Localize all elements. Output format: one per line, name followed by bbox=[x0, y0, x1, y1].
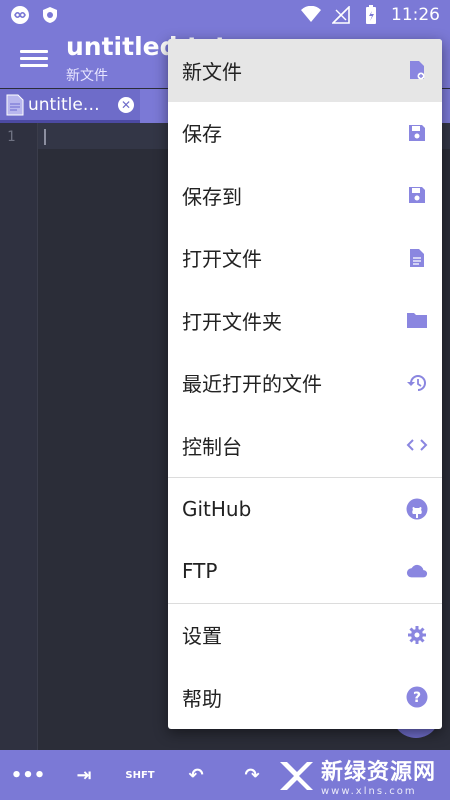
history-icon bbox=[406, 372, 428, 394]
menu-item-save[interactable]: 保存 bbox=[168, 102, 442, 165]
menu-item-save-as[interactable]: 保存到 bbox=[168, 164, 442, 227]
overflow-menu: 新文件 保存 保存到 打开文件 打开文件夹 最近打开的文件 控制台 GitHub… bbox=[168, 39, 442, 729]
gear-icon bbox=[406, 624, 428, 646]
tab-untitled[interactable]: untitled.txt ✕ bbox=[0, 89, 140, 123]
bottom-toolbar: ••• ⇥ SHFT ↶ ↷ 新绿资源网 www.xlns.com bbox=[0, 750, 450, 800]
cloud-icon bbox=[406, 560, 428, 582]
menu-icon[interactable] bbox=[20, 46, 48, 70]
wifi-icon bbox=[301, 5, 321, 25]
undo-button[interactable]: ↶ bbox=[168, 765, 224, 786]
menu-item-console[interactable]: 控制台 bbox=[168, 414, 442, 477]
github-icon bbox=[406, 498, 428, 520]
menu-item-label: GitHub bbox=[182, 496, 252, 521]
shift-key-button[interactable]: SHFT bbox=[112, 770, 168, 781]
menu-item-settings[interactable]: 设置 bbox=[168, 604, 442, 667]
infinity-app-icon bbox=[10, 5, 30, 25]
signal-icon bbox=[331, 5, 351, 25]
new-file-icon bbox=[406, 59, 428, 81]
menu-item-help[interactable]: 帮助 ? bbox=[168, 666, 442, 729]
watermark: 新绿资源网 www.xlns.com bbox=[277, 754, 436, 797]
status-bar: 11:26 bbox=[0, 0, 450, 30]
watermark-brand: 新绿资源网 bbox=[320, 760, 436, 785]
menu-item-label: 保存 bbox=[182, 122, 222, 147]
more-keys-button[interactable]: ••• bbox=[0, 765, 56, 786]
tab-key-button[interactable]: ⇥ bbox=[56, 765, 112, 786]
save-icon bbox=[406, 122, 428, 144]
close-tab-icon[interactable]: ✕ bbox=[118, 96, 134, 113]
file-subtitle: 新文件 bbox=[66, 68, 108, 84]
menu-item-label: 最近打开的文件 bbox=[182, 372, 322, 397]
menu-item-label: 保存到 bbox=[182, 184, 242, 209]
code-icon bbox=[406, 434, 428, 456]
menu-item-label: 控制台 bbox=[182, 434, 242, 459]
clock: 11:26 bbox=[391, 5, 440, 25]
document-icon bbox=[6, 94, 24, 116]
menu-item-label: 打开文件 bbox=[182, 247, 262, 272]
file-icon bbox=[406, 247, 428, 269]
menu-item-ftp[interactable]: FTP bbox=[168, 540, 442, 603]
watermark-logo-icon bbox=[277, 757, 315, 795]
menu-item-github[interactable]: GitHub bbox=[168, 478, 442, 541]
help-icon: ? bbox=[406, 686, 428, 708]
text-cursor bbox=[44, 129, 46, 145]
menu-item-open-folder[interactable]: 打开文件夹 bbox=[168, 289, 442, 352]
menu-item-new-file[interactable]: 新文件 bbox=[168, 39, 442, 102]
line-gutter: 1 bbox=[0, 123, 38, 750]
redo-button[interactable]: ↷ bbox=[224, 765, 280, 786]
menu-item-label: FTP bbox=[182, 559, 218, 584]
svg-text:?: ? bbox=[413, 690, 421, 706]
menu-item-label: 设置 bbox=[182, 624, 222, 649]
tab-label: untitled.txt bbox=[28, 94, 110, 115]
menu-item-label: 打开文件夹 bbox=[182, 309, 282, 334]
menu-item-label: 帮助 bbox=[182, 686, 222, 711]
menu-item-label: 新文件 bbox=[182, 59, 242, 84]
battery-icon bbox=[361, 5, 381, 25]
folder-icon bbox=[406, 309, 428, 331]
menu-item-recent-files[interactable]: 最近打开的文件 bbox=[168, 352, 442, 415]
save-as-icon bbox=[406, 184, 428, 206]
shield-icon bbox=[40, 5, 60, 25]
watermark-domain: www.xlns.com bbox=[320, 786, 417, 797]
menu-item-open-file[interactable]: 打开文件 bbox=[168, 227, 442, 290]
line-number: 1 bbox=[7, 129, 16, 145]
